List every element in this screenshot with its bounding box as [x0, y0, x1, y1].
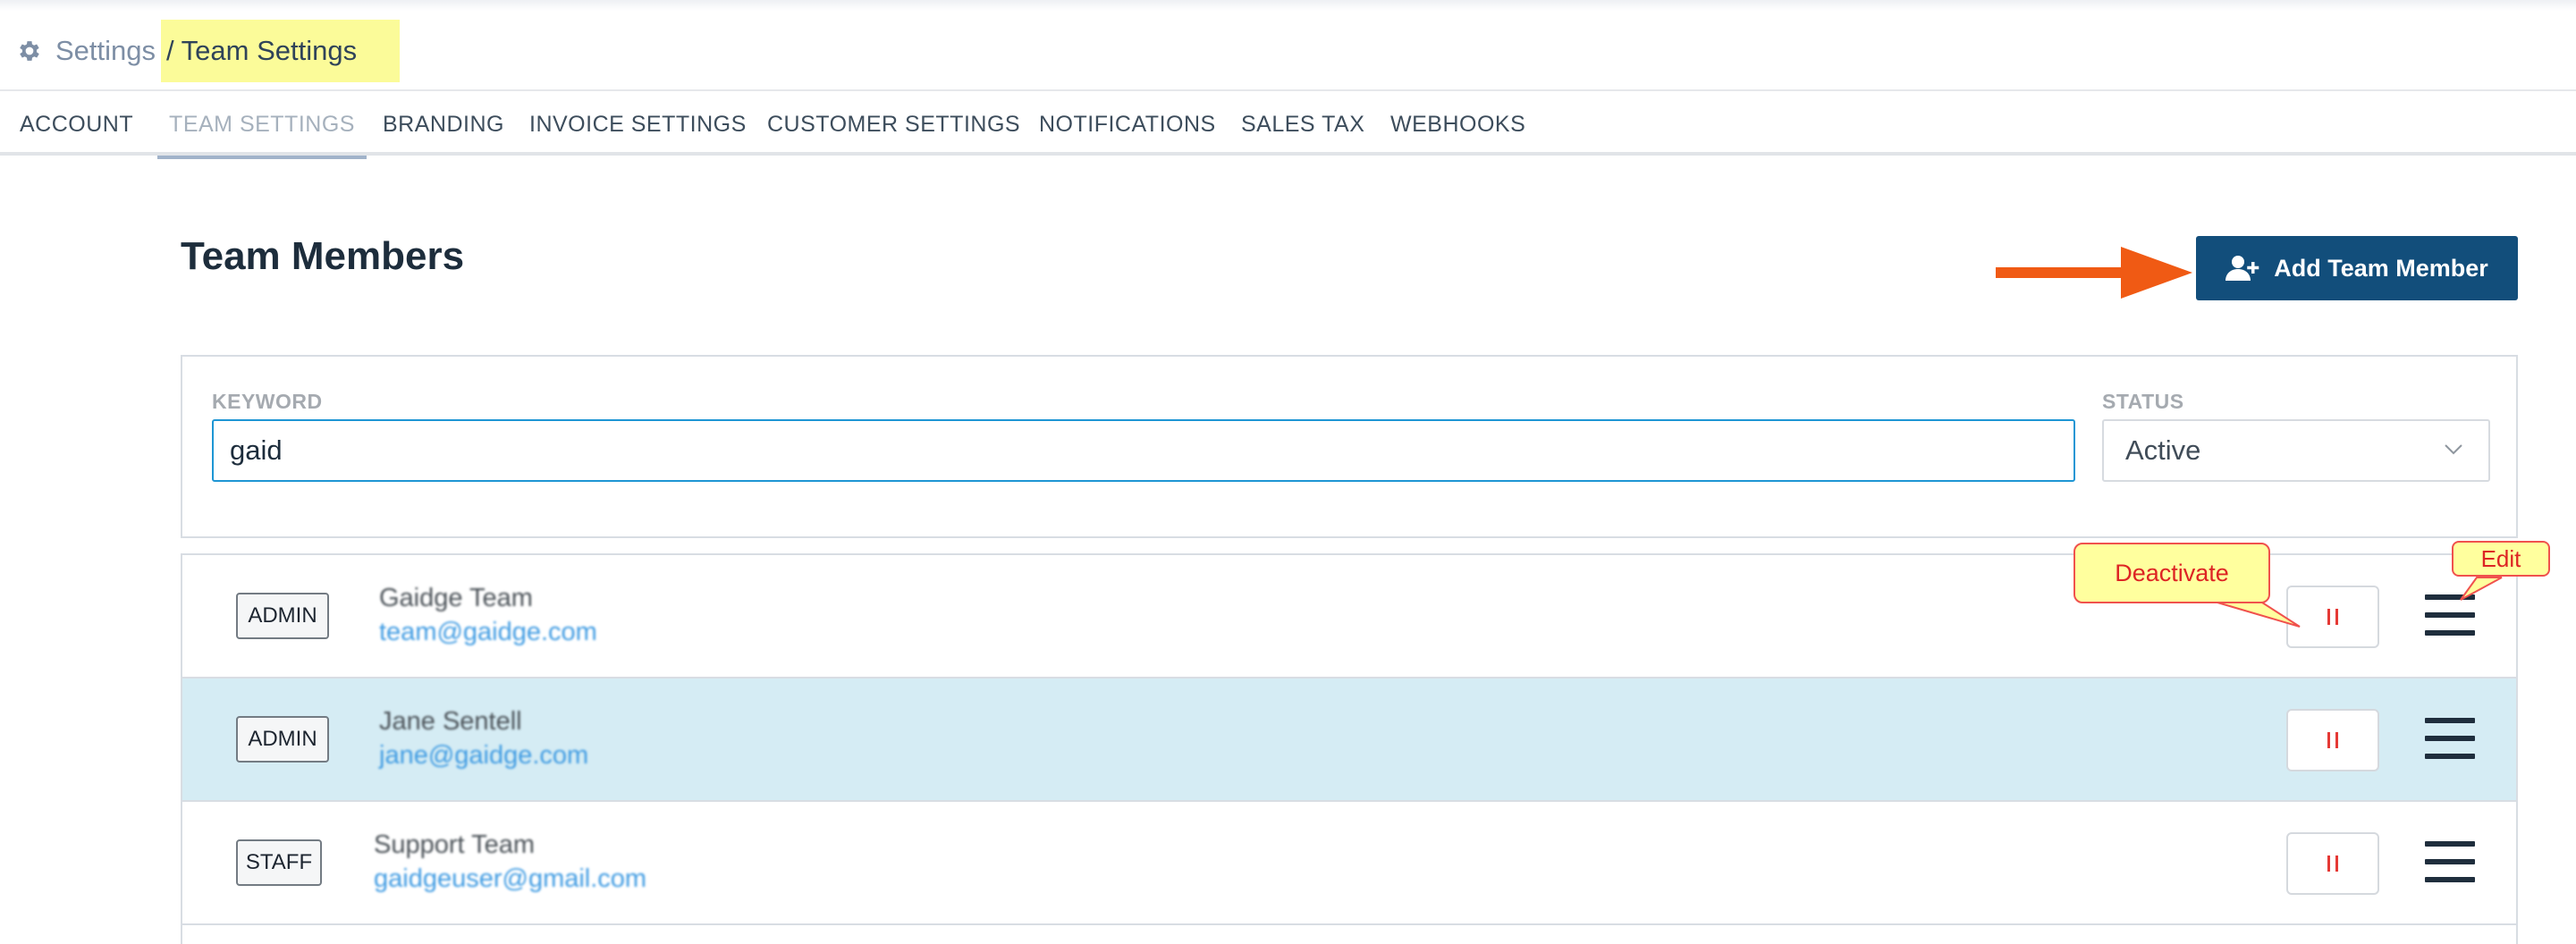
role-badge: ADMIN	[236, 716, 329, 763]
team-member-list: ADMIN Gaidge Team team@gaidge.com ADMIN …	[181, 553, 2518, 944]
role-badge: ADMIN	[236, 593, 329, 639]
tab-sales-tax[interactable]: SALES TAX	[1241, 93, 1364, 156]
hamburger-menu-icon	[2425, 612, 2475, 618]
add-team-member-button[interactable]: Add Team Member	[2196, 236, 2518, 300]
add-team-member-label: Add Team Member	[2274, 254, 2488, 282]
tab-team-settings[interactable]: TEAM SETTINGS	[157, 93, 367, 159]
pointer-arrow	[1996, 247, 2192, 299]
tab-account[interactable]: ACCOUNT	[20, 93, 133, 156]
deactivate-button[interactable]	[2286, 709, 2379, 771]
chevron-down-icon	[2445, 444, 2462, 455]
deactivate-callout: Deactivate	[2073, 543, 2270, 603]
pause-icon	[2327, 609, 2338, 625]
role-badge: STAFF	[236, 839, 322, 886]
edit-menu-button[interactable]	[2425, 841, 2475, 882]
member-name: Gaidge Team	[379, 584, 533, 612]
hamburger-menu-icon	[2425, 630, 2475, 636]
pause-icon	[2327, 856, 2338, 872]
hamburger-menu-icon	[2425, 736, 2475, 741]
member-email[interactable]: jane@gaidge.com	[379, 741, 588, 771]
breadcrumb-current: / Team Settings	[161, 20, 401, 82]
deactivate-button[interactable]	[2286, 586, 2379, 648]
member-name: Support Team	[374, 830, 536, 859]
add-user-icon	[2225, 256, 2259, 281]
member-email[interactable]: gaidgeuser@gmail.com	[374, 864, 646, 894]
member-email[interactable]: team@gaidge.com	[379, 618, 597, 647]
keyword-search-input[interactable]	[212, 419, 2075, 482]
edit-callout: Edit	[2452, 541, 2550, 577]
table-row: STAFF Support Team gaidgeuser@gmail.com	[182, 802, 2516, 925]
status-select[interactable]: Active	[2102, 419, 2490, 482]
filter-panel: KEYWORD STATUS Active	[181, 355, 2518, 538]
pause-icon	[2327, 732, 2338, 748]
tab-webhooks[interactable]: WEBHOOKS	[1390, 93, 1525, 156]
keyword-label: KEYWORD	[212, 390, 323, 413]
hamburger-menu-icon	[2425, 841, 2475, 847]
hamburger-menu-icon	[2425, 718, 2475, 723]
tab-customer-settings[interactable]: CUSTOMER SETTINGS	[767, 93, 1020, 156]
breadcrumb: Settings / Team Settings	[16, 20, 401, 82]
status-select-value: Active	[2125, 434, 2201, 466]
breadcrumb-settings-link[interactable]: Settings	[55, 35, 156, 67]
member-name: Jane Sentell	[379, 707, 522, 736]
edit-menu-button[interactable]	[2425, 594, 2475, 636]
tab-invoice-settings[interactable]: INVOICE SETTINGS	[529, 93, 747, 156]
tab-notifications[interactable]: NOTIFICATIONS	[1039, 93, 1216, 156]
gear-icon	[20, 41, 39, 61]
top-bar: Settings / Team Settings	[0, 0, 2576, 91]
settings-tabs: ACCOUNT TEAM SETTINGS BRANDING INVOICE S…	[0, 93, 2576, 159]
hamburger-menu-icon	[2425, 859, 2475, 864]
deactivate-button[interactable]	[2286, 832, 2379, 895]
hamburger-menu-icon	[2425, 877, 2475, 882]
status-label: STATUS	[2102, 390, 2184, 413]
page-title: Team Members	[181, 234, 465, 278]
table-row: ADMIN Jane Sentell jane@gaidge.com	[182, 678, 2516, 802]
tab-branding[interactable]: BRANDING	[383, 93, 504, 156]
hamburger-menu-icon	[2425, 594, 2475, 600]
edit-menu-button[interactable]	[2425, 718, 2475, 759]
hamburger-menu-icon	[2425, 754, 2475, 759]
